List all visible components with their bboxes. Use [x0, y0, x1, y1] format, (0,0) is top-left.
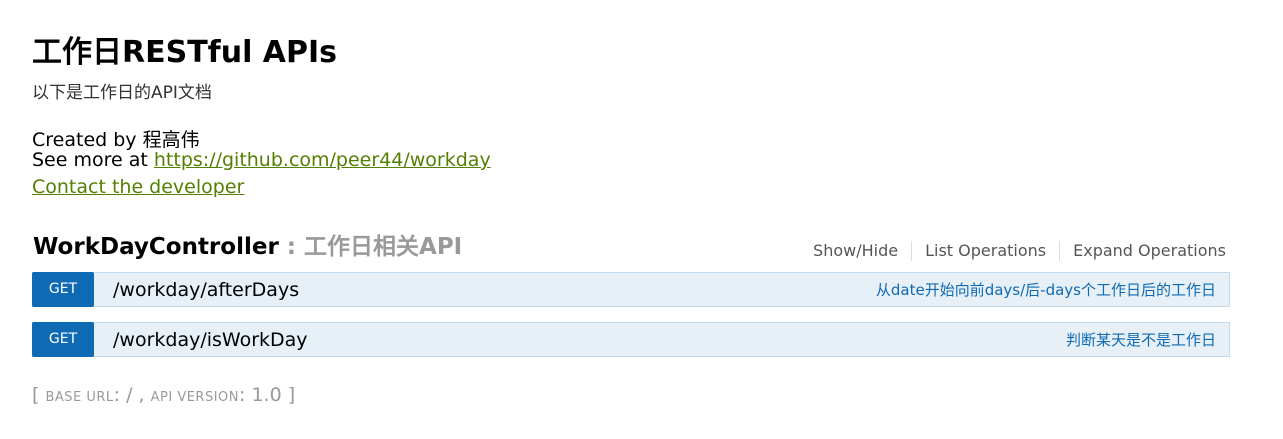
- api-version-label: API VERSION: [150, 390, 240, 405]
- resource-heading: WorkDayController : 工作日相关API: [33, 232, 462, 262]
- page-description: 以下是工作日的API文档: [32, 83, 212, 103]
- api-version-value: : 1.0: [239, 384, 288, 406]
- contact-line: Contact the developer: [32, 176, 244, 198]
- operation-row-is-work-day[interactable]: GET /workday/isWorkDay 判断某天是不是工作日: [32, 322, 1230, 357]
- list-operations-link[interactable]: List Operations: [912, 240, 1059, 262]
- resource-options: Show/Hide List Operations Expand Operati…: [800, 240, 1226, 262]
- github-link[interactable]: https://github.com/peer44/workday: [154, 149, 491, 171]
- get-method-badge[interactable]: GET: [32, 322, 94, 357]
- base-url-value: : / ,: [113, 384, 151, 406]
- created-by-name: 程高伟: [142, 129, 200, 151]
- operation-path[interactable]: /workday/isWorkDay: [113, 323, 308, 358]
- swagger-ui-page: 工作日RESTful APIs 以下是工作日的API文档 Created by …: [0, 0, 1283, 439]
- operation-row-after-days[interactable]: GET /workday/afterDays 从date开始向前days/后-d…: [32, 272, 1230, 307]
- page-title: 工作日RESTful APIs: [32, 35, 338, 70]
- footer-open-bracket: [: [32, 384, 46, 406]
- operation-summary[interactable]: 判断某天是不是工作日: [1066, 323, 1216, 358]
- base-url-label: BASE URL: [45, 390, 114, 405]
- operation-summary[interactable]: 从date开始向前days/后-days个工作日后的工作日: [876, 273, 1216, 308]
- resource-separator: :: [278, 234, 305, 260]
- see-more-prefix: See more at: [32, 149, 154, 171]
- expand-operations-link[interactable]: Expand Operations: [1060, 240, 1226, 262]
- api-info-footer: [ BASE URL: / , API VERSION: 1.0 ]: [32, 383, 295, 410]
- created-by-prefix: Created by: [32, 129, 143, 151]
- resource-name-link[interactable]: WorkDayController: [33, 234, 279, 260]
- show-hide-link[interactable]: Show/Hide: [800, 240, 911, 262]
- see-more-line: See more at https://github.com/peer44/wo…: [32, 149, 491, 171]
- resource-description: 工作日相关API: [304, 234, 463, 260]
- contact-developer-link[interactable]: Contact the developer: [32, 176, 244, 198]
- operation-path[interactable]: /workday/afterDays: [113, 273, 299, 308]
- created-by-line: Created by 程高伟: [32, 129, 200, 151]
- get-method-badge[interactable]: GET: [32, 272, 94, 307]
- footer-close-bracket: ]: [287, 384, 296, 406]
